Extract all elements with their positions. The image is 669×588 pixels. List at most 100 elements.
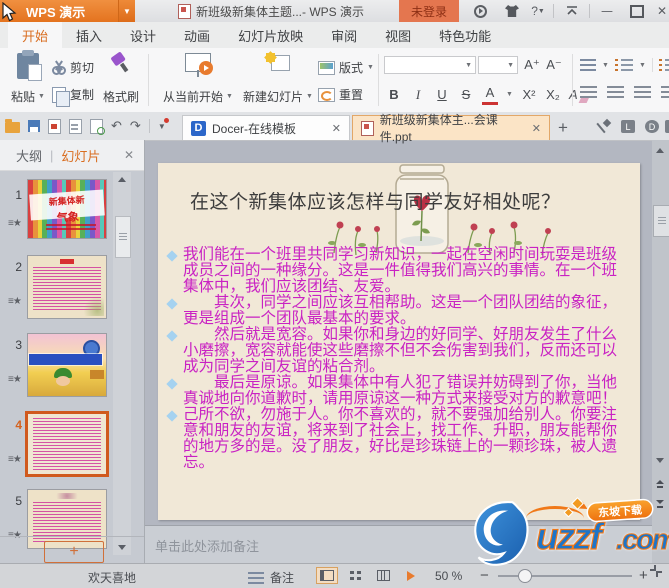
diamond-bullet-icon: [166, 330, 178, 342]
scroll-down-icon[interactable]: [656, 458, 664, 463]
font-color-dropdown-icon[interactable]: ▼: [506, 91, 513, 98]
layout-button[interactable]: 版式 ▼: [318, 59, 374, 76]
wps-app-button[interactable]: WPS 演示: [0, 0, 118, 22]
tab-animation[interactable]: 动画: [170, 22, 224, 48]
tab-insert[interactable]: 插入: [62, 22, 116, 48]
tab-outline[interactable]: 大纲: [16, 146, 42, 165]
italic-button[interactable]: I: [410, 86, 426, 104]
tab-slides[interactable]: 幻灯片: [61, 146, 100, 165]
tab-design[interactable]: 设计: [116, 22, 170, 48]
doc-tab-current[interactable]: 新班级新集体主...会课件.ppt ✕: [352, 113, 550, 144]
view-normal-button[interactable]: [316, 567, 338, 584]
font-color-button[interactable]: A: [482, 84, 498, 105]
mouse-cursor: [2, 2, 17, 22]
scrollbar-thumb[interactable]: [653, 205, 669, 237]
tab-slideshow[interactable]: 幻灯片放映: [224, 22, 317, 48]
transition-star-icon: ≡★: [8, 296, 22, 307]
slide-panel-scrollbar[interactable]: [113, 172, 131, 555]
transition-star-icon: ≡★: [8, 374, 22, 385]
login-button[interactable]: 未登录: [399, 0, 459, 22]
align-center-button[interactable]: [607, 86, 624, 99]
notes-placeholder: 单击此处添加备注: [155, 539, 260, 554]
print-preview-icon[interactable]: [90, 118, 105, 135]
format-painter-button[interactable]: 格式刷: [100, 53, 142, 105]
copy-button[interactable]: 复制: [52, 86, 94, 107]
add-slide-button[interactable]: +: [44, 541, 104, 563]
slide-title[interactable]: 在这个新集体应该怎样与同学友好相处呢？: [190, 187, 620, 214]
export-pdf-icon[interactable]: [48, 118, 61, 134]
indent-button[interactable]: [658, 58, 669, 72]
open-file-icon[interactable]: [5, 118, 20, 133]
partial-icon[interactable]: [665, 120, 669, 133]
redo-icon[interactable]: ↷: [130, 118, 141, 134]
tab-home[interactable]: 开始: [8, 22, 63, 48]
close-panel-icon[interactable]: ✕: [124, 148, 134, 162]
scroll-up-icon[interactable]: [656, 148, 664, 153]
align-left-button[interactable]: [580, 86, 597, 99]
help-button[interactable]: ? ▼: [527, 3, 549, 19]
font-name-select[interactable]: ▼: [384, 56, 476, 74]
tab-review[interactable]: 审阅: [317, 22, 371, 48]
paste-button[interactable]: 粘贴 ▼: [6, 50, 50, 105]
subscript-button[interactable]: X₂: [545, 86, 561, 104]
grow-font-button[interactable]: A⁺: [524, 56, 540, 74]
wps-cloud-icon[interactable]: [472, 3, 488, 19]
previous-slide-icon[interactable]: [656, 480, 664, 484]
transition-star-icon: ≡★: [8, 454, 22, 465]
wps-app-dropdown-icon[interactable]: ▼: [118, 0, 135, 22]
superscript-button[interactable]: X²: [521, 86, 537, 104]
new-slide-button[interactable]: 新建幻灯片 ▼: [240, 51, 316, 105]
view-grid-button[interactable]: [372, 567, 394, 584]
save-icon[interactable]: [28, 120, 40, 132]
slide-thumbnail-1[interactable]: 新集体新 气象: [28, 180, 106, 238]
slide-thumbnail-4[interactable]: [28, 414, 106, 474]
slide-body-text[interactable]: 我们能在一个班里共同学习新知识，一起在空闲时间玩耍是班级成员之间的一种缘分。这是…: [166, 247, 630, 471]
tab-special-features[interactable]: 特色功能: [425, 22, 505, 48]
cut-button[interactable]: 剪切: [52, 59, 94, 76]
bullet-list-button[interactable]: [580, 59, 596, 71]
notes-lines-icon[interactable]: [248, 572, 264, 587]
watermark-badge: 东坡下载: [587, 499, 653, 522]
slide-thumbnail-3[interactable]: [28, 334, 106, 396]
task-pane-icon[interactable]: L: [621, 120, 635, 133]
reset-button[interactable]: 重置: [318, 86, 363, 103]
underline-button[interactable]: U: [434, 86, 450, 104]
scissors-icon: [52, 61, 66, 75]
minimize-button[interactable]: —: [599, 3, 615, 19]
title-bar: WPS 演示 ▼ 新班级新集体主题...- WPS 演示 未登录 ? ▼ — ✕: [0, 0, 669, 23]
collapse-ribbon-icon[interactable]: [564, 3, 580, 19]
maximize-button[interactable]: [629, 3, 645, 19]
cartoon-title-banner: [29, 354, 102, 365]
align-right-button[interactable]: [634, 86, 651, 99]
slide-canvas[interactable]: 在这个新集体应该怎样与同学友好相处呢？ 我们能在一个班里共同学习新知识，一起在空…: [158, 163, 640, 520]
new-tab-button[interactable]: +: [558, 118, 568, 138]
play-from-current-button[interactable]: 从当前开始 ▼: [158, 53, 238, 105]
docer-round-icon[interactable]: D: [645, 120, 659, 133]
customize-toolbar-icon[interactable]: ▼: [158, 117, 169, 131]
scrollbar-thumb[interactable]: [115, 216, 131, 258]
numbered-list-button[interactable]: [614, 58, 633, 72]
close-button[interactable]: ✕: [654, 3, 669, 19]
undo-icon[interactable]: ↶: [111, 118, 122, 134]
scroll-up-icon[interactable]: [118, 177, 126, 182]
shrink-font-button[interactable]: A⁻: [546, 56, 562, 74]
slideshow-play-button[interactable]: [400, 567, 422, 584]
print-icon[interactable]: [69, 118, 82, 134]
notes-toggle[interactable]: 备注: [270, 569, 294, 586]
align-justify-button[interactable]: [661, 86, 669, 99]
slide-thumbnail-2[interactable]: [28, 256, 106, 318]
font-size-select[interactable]: ▼: [478, 56, 518, 74]
view-sorter-button[interactable]: [344, 567, 366, 584]
magic-wand-icon[interactable]: [597, 120, 611, 133]
close-tab-icon[interactable]: ✕: [532, 122, 541, 135]
bold-button[interactable]: B: [386, 86, 402, 104]
close-tab-icon[interactable]: ✕: [332, 122, 341, 135]
zoom-slider-thumb[interactable]: [518, 569, 532, 583]
doc-tab-docer[interactable]: D Docer-在线模板 ✕: [182, 115, 350, 140]
slide-number-selected: 4: [15, 418, 22, 432]
tab-view[interactable]: 视图: [371, 22, 425, 48]
ribbon-tab-bar: 开始 插入 设计 动画 幻灯片放映 审阅 视图 特色功能: [0, 22, 669, 48]
zoom-slider[interactable]: [498, 569, 632, 583]
strikethrough-button[interactable]: S: [458, 86, 474, 104]
skin-theme-icon[interactable]: [504, 3, 520, 19]
